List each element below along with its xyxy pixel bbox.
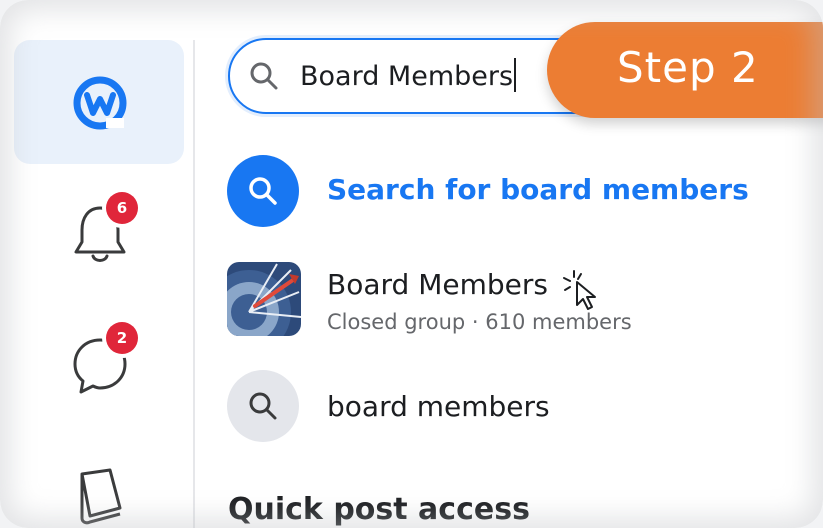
section-heading: Quick post access: [228, 492, 530, 527]
step-banner: Step 2: [547, 22, 823, 118]
workplace-logo-icon[interactable]: [55, 58, 145, 148]
mouse-pointer-icon: [563, 270, 596, 310]
group-subtitle: Closed group · 610 members: [327, 310, 632, 334]
search-input-value: Board Members: [300, 58, 517, 92]
group-result[interactable]: Board Members Closed group · 610 members: [227, 262, 787, 338]
suggestion-label: board members: [327, 390, 550, 423]
book-icon: [80, 468, 122, 525]
suggestion-icon-circle: [227, 370, 299, 442]
search-icon: [250, 62, 278, 90]
notifications-badge: 6: [106, 192, 138, 224]
search-icon: [249, 392, 277, 420]
messages-badge: 2: [106, 322, 138, 354]
search-icon: [249, 177, 277, 205]
step-label: Step 2: [617, 43, 759, 92]
search-for-label: Search for board members: [327, 173, 749, 206]
app-panel: 6 2 Board Members Step 2 Search for boar…: [0, 0, 823, 528]
search-for-result[interactable]: Search for board members: [227, 155, 787, 229]
group-title: Board Members: [327, 268, 548, 301]
search-result-icon-circle: [227, 155, 299, 227]
knowledge-library-button[interactable]: [55, 450, 145, 528]
suggestion-result[interactable]: board members: [227, 370, 787, 444]
group-thumbnail-dartboard: [227, 262, 301, 336]
text-caret: [514, 58, 517, 92]
sidebar-divider: [193, 40, 195, 528]
